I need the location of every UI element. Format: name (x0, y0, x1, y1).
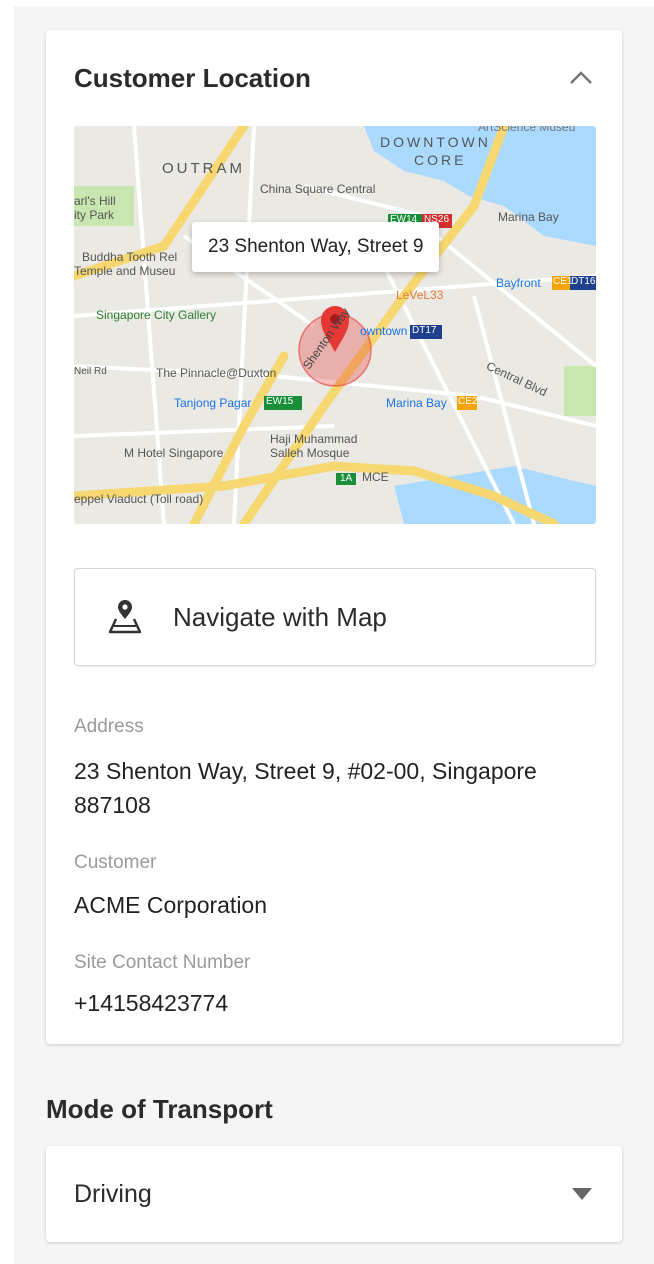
map-label-pearls-hill-2: ity Park (74, 208, 115, 222)
map-label-marina-bay-station: Marina Bay (386, 396, 447, 410)
map-park-east (564, 366, 596, 416)
address-label: Address (74, 716, 144, 737)
transport-mode-select[interactable]: Driving (46, 1146, 622, 1242)
customer-location-card: Customer Location DOWNTOWN CORE ArtScien… (46, 30, 622, 1044)
map-label-dt16: DT16 (571, 276, 596, 287)
navigate-with-map-button[interactable]: Navigate with Map (74, 568, 596, 666)
map-label-ce1: CE1 (553, 276, 573, 287)
map-label-m-hotel: M Hotel Singapore (124, 446, 224, 460)
map-label-viaduct: eppel Viaduct (Toll road) (74, 492, 204, 506)
mode-of-transport-title: Mode of Transport (46, 1094, 273, 1124)
map-label-route-1a: 1A (340, 473, 353, 484)
map-label-level33: LeVeL33 (396, 288, 444, 302)
customer-label: Customer (74, 852, 157, 873)
site-contact-value[interactable]: +14158423774 (74, 986, 594, 1020)
map-label-ew15: EW15 (266, 396, 294, 407)
map-label-buddha-1: Buddha Tooth Rel (82, 250, 178, 264)
address-value: 23 Shenton Way, Street 9, #02-00, Singap… (74, 758, 537, 818)
map-label-marina-bay-top: Marina Bay (498, 210, 559, 224)
map-label-neil-rd: Neil Rd (74, 366, 107, 377)
map-location-icon (108, 600, 142, 634)
map-label-downtown-1: DOWNTOWN (380, 134, 491, 150)
map-label-haji-2: Salleh Mosque (270, 446, 350, 460)
navigate-button-label: Navigate with Map (173, 602, 387, 632)
customer-value: ACME Corporation (74, 892, 268, 918)
map-label-tanjong-pagar: Tanjong Pagar (174, 396, 252, 410)
transport-mode-value: Driving (74, 1180, 152, 1208)
card-title: Customer Location (74, 63, 311, 93)
map-label-outram: OUTRAM (162, 160, 245, 177)
map-label-china-square: China Square Central (260, 182, 376, 196)
map-label-city-gallery: Singapore City Gallery (96, 308, 217, 322)
map-label-downtown-station: owntown (360, 324, 408, 338)
map-label-artscience: ArtScience Museu (478, 126, 576, 134)
map-label-mce: MCE (362, 470, 389, 484)
map-label-dt17: DT17 (412, 325, 437, 336)
map-label-haji-1: Haji Muhammad (270, 432, 358, 446)
map-view[interactable]: DOWNTOWN CORE ArtScience Museu OUTRAM Ch… (74, 126, 596, 524)
map-label-ce2: CE2 (458, 396, 478, 407)
chevron-up-icon[interactable] (568, 68, 594, 88)
map-label-downtown-2: CORE (414, 152, 467, 168)
map-label-pinnacle: The Pinnacle@Duxton (156, 366, 277, 380)
caret-down-icon (572, 1188, 592, 1200)
site-contact-label: Site Contact Number (74, 952, 251, 973)
map-label-bayfront: Bayfront (496, 276, 541, 290)
map-label-buddha-2: Temple and Museu (74, 264, 176, 278)
map-tooltip: 23 Shenton Way, Street 9 (192, 222, 440, 272)
map-label-pearls-hill-1: arl's Hill (74, 194, 116, 208)
